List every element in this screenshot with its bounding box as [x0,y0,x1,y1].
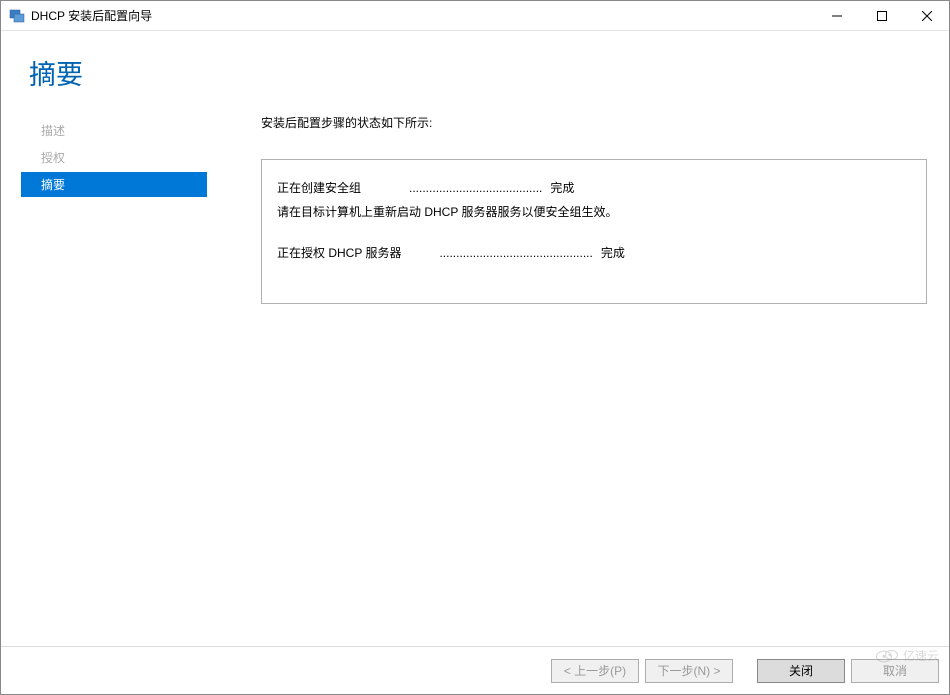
minimize-button[interactable] [814,1,859,30]
sidebar: 描述 授权 摘要 [1,112,201,646]
window-title: DHCP 安装后配置向导 [31,7,814,24]
status-result: 完成 [601,243,625,265]
intro-text: 安装后配置步骤的状态如下所示: [261,114,927,131]
next-button: 下一步(N) > [645,659,733,683]
button-bar: < 上一步(P) 下一步(N) > 关闭 取消 [1,646,949,694]
maximize-button[interactable] [859,1,904,30]
sidebar-item-authorize[interactable]: 授权 [31,145,201,170]
status-result: 完成 [550,178,574,200]
prev-button: < 上一步(P) [551,659,639,683]
status-dots: ........................................ [409,178,542,200]
close-wizard-button[interactable]: 关闭 [757,659,845,683]
window-controls [814,1,949,30]
header: 摘要 [1,31,949,112]
close-button[interactable] [904,1,949,30]
watermark-text: 亿速云 [903,647,939,664]
status-box: 正在创建安全组 ................................… [261,159,927,304]
status-line-authorize: 正在授权 DHCP 服务器 ..........................… [277,243,906,265]
watermark-icon [875,646,899,664]
page-title: 摘要 [29,53,929,92]
main-area: 摘要 描述 授权 摘要 安装后配置步骤的状态如下所示: 正在创建安全组 ....… [1,31,949,694]
status-label: 正在创建安全组 [277,178,361,200]
watermark: 亿速云 [875,646,939,664]
sidebar-item-description[interactable]: 描述 [31,118,201,143]
main-content: 安装后配置步骤的状态如下所示: 正在创建安全组 ................… [201,112,927,646]
content-area: 描述 授权 摘要 安装后配置步骤的状态如下所示: 正在创建安全组 .......… [1,112,949,646]
status-line-security-group: 正在创建安全组 ................................… [277,178,906,200]
sidebar-item-summary[interactable]: 摘要 [21,172,207,197]
status-line-restart-note: 请在目标计算机上重新启动 DHCP 服务器服务以便安全组生效。 [277,202,906,224]
status-dots: ........................................… [439,243,592,265]
app-icon [9,8,25,24]
status-label: 正在授权 DHCP 服务器 [277,243,401,265]
titlebar: DHCP 安装后配置向导 [1,1,949,31]
